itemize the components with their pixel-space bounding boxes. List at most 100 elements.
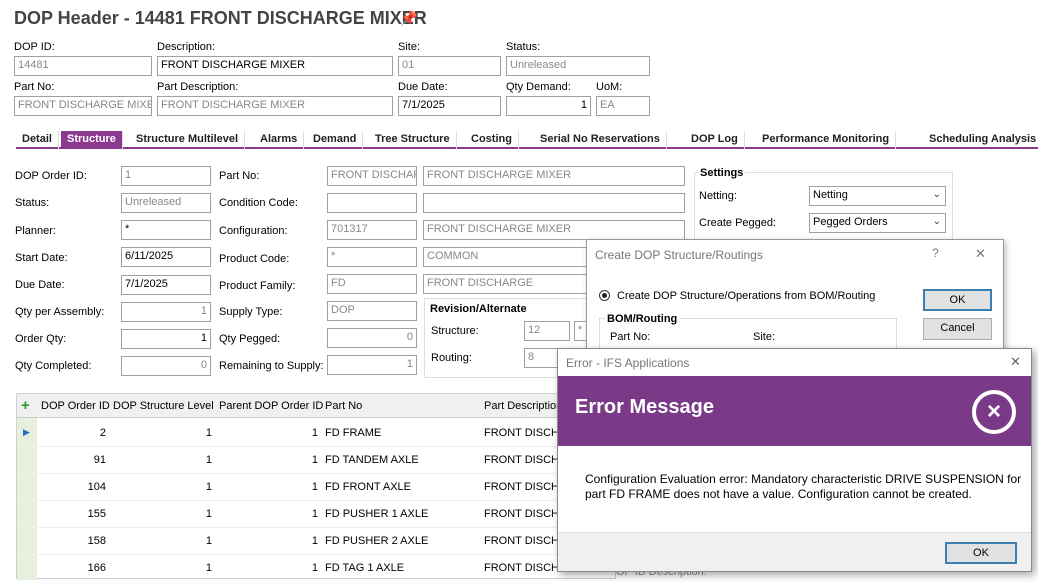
col-parent-dop-order-id[interactable]: Parent DOP Order ID — [219, 400, 323, 412]
cell-part-description: FRONT DISCHA — [484, 454, 567, 466]
condition-code-desc-field[interactable] — [423, 193, 685, 213]
cell-part-no: FD TANDEM AXLE — [325, 454, 419, 466]
netting-value: Netting — [813, 189, 848, 201]
uom-field[interactable]: EA — [596, 96, 650, 116]
cell-parent-id: 1 — [311, 562, 318, 574]
status-field[interactable]: Unreleased — [506, 56, 650, 76]
cell-structure-level: 1 — [205, 427, 212, 439]
create-structure-dialog: Create DOP Structure/Routings ? ✕ Create… — [586, 239, 1004, 358]
product-family-desc-field[interactable]: FRONT DISCHARGE — [423, 274, 593, 294]
error-heading: Error Message — [575, 396, 714, 418]
planner-field[interactable]: * — [121, 220, 211, 240]
current-row-icon: ▶ — [23, 427, 30, 437]
error-dialog-title: Error - IFS Applications — [566, 356, 690, 370]
create-ok-button[interactable]: OK — [923, 289, 992, 311]
table-row[interactable]: ▶ 2 1 1 FD FRAME FRONT DISCHA — [17, 420, 615, 447]
tab-performance-monitoring[interactable]: Performance Monitoring — [756, 131, 897, 149]
table-row[interactable]: 104 1 1 FD FRONT AXLE FRONT DISCHA — [17, 474, 615, 501]
chevron-down-icon: ⌄ — [932, 189, 941, 200]
configuration-field[interactable]: 701317 — [327, 220, 417, 240]
tab-dop-log[interactable]: DOP Log — [685, 131, 745, 149]
cell-structure-level: 1 — [205, 481, 212, 493]
status-field[interactable]: Unreleased — [121, 193, 211, 213]
order-qty-label: Order Qty: — [15, 333, 67, 345]
settings-title: Settings — [698, 167, 746, 179]
col-dop-order-id[interactable]: DOP Order ID — [41, 400, 110, 412]
create-pegged-label: Create Pegged: — [699, 217, 777, 229]
tab-tree-structure[interactable]: Tree Structure — [369, 131, 457, 149]
table-row[interactable]: 91 1 1 FD TANDEM AXLE FRONT DISCHA — [17, 447, 615, 474]
close-icon[interactable]: ✕ — [1010, 354, 1021, 370]
dop-id-field[interactable]: 14481 — [14, 56, 152, 76]
due-date-label: Due Date: — [398, 81, 448, 93]
tab-structure-multilevel[interactable]: Structure Multilevel — [130, 131, 246, 149]
close-icon[interactable]: ✕ — [975, 246, 986, 262]
pin-icon[interactable]: 📌 — [400, 10, 417, 27]
supply-type-label: Supply Type: — [219, 306, 283, 318]
create-dialog-title: Create DOP Structure/Routings — [595, 248, 763, 262]
cell-structure-level: 1 — [205, 508, 212, 520]
cell-part-no: FD TAG 1 AXLE — [325, 562, 405, 574]
create-pegged-select[interactable]: Pegged Orders ⌄ — [809, 213, 946, 233]
cell-part-description: FRONT DISCHA — [484, 535, 567, 547]
tab-costing[interactable]: Costing — [465, 131, 519, 149]
product-code-field[interactable]: * — [327, 247, 417, 267]
qty-completed-field[interactable]: 0 — [121, 356, 211, 376]
supply-type-field[interactable]: DOP — [327, 301, 417, 321]
order-qty-field[interactable]: 1 — [121, 329, 211, 349]
condition-code-field[interactable] — [327, 193, 417, 213]
bom-site-label: Site: — [753, 331, 776, 343]
part-desc-field[interactable]: FRONT DISCHARGE MIXER — [157, 96, 393, 116]
due-date-field[interactable]: 7/1/2025 — [398, 96, 501, 116]
tab-detail[interactable]: Detail — [16, 131, 59, 149]
qty-completed-label: Qty Completed: — [15, 360, 92, 372]
description-label: Description: — [157, 41, 216, 53]
description-field[interactable]: FRONT DISCHARGE MIXER — [157, 56, 393, 76]
cell-parent-id: 1 — [311, 454, 318, 466]
netting-select[interactable]: Netting ⌄ — [809, 186, 946, 206]
dop-order-id-field[interactable]: 1 — [121, 166, 211, 186]
col-part-no[interactable]: Part No — [325, 400, 362, 412]
cell-parent-id: 1 — [311, 508, 318, 520]
cell-part-no: FD PUSHER 2 AXLE — [325, 535, 429, 547]
qty-per-assembly-field[interactable]: 1 — [121, 302, 211, 322]
tab-alarms[interactable]: Alarms — [254, 131, 305, 149]
error-banner: Error Message × — [558, 376, 1031, 446]
structure-field[interactable]: 12 — [524, 321, 570, 341]
cell-parent-id: 1 — [311, 535, 318, 547]
cell-part-no: FD PUSHER 1 AXLE — [325, 508, 429, 520]
part-no-field-2[interactable]: FRONT DISCHARG — [327, 166, 417, 186]
help-icon[interactable]: ? — [932, 246, 939, 260]
site-field[interactable]: 01 — [398, 56, 501, 76]
create-cancel-button[interactable]: Cancel — [923, 318, 992, 340]
product-family-field[interactable]: FD — [327, 274, 417, 294]
error-dialog: Error - IFS Applications ✕ Error Message… — [557, 348, 1032, 572]
add-row-icon[interactable]: + — [21, 397, 30, 414]
tab-structure[interactable]: Structure — [61, 131, 123, 149]
part-no-field[interactable]: FRONT DISCHARGE MIXER — [14, 96, 152, 116]
bom-part-no-label: Part No: — [610, 331, 651, 343]
part-desc-label: Part Description: — [157, 81, 239, 93]
qty-pegged-field[interactable]: 0 — [327, 328, 417, 348]
tab-serial-no-reservations[interactable]: Serial No Reservations — [534, 131, 667, 149]
part-no-desc-field[interactable]: FRONT DISCHARGE MIXER — [423, 166, 685, 186]
table-row[interactable]: 166 1 1 FD TAG 1 AXLE FRONT DISCHA — [17, 555, 615, 582]
qty-demand-field[interactable]: 1 — [506, 96, 591, 116]
start-date-field[interactable]: 6/11/2025 — [121, 247, 211, 267]
col-part-description[interactable]: Part Description — [484, 400, 562, 412]
remaining-field[interactable]: 1 — [327, 355, 417, 375]
status-label: Status: — [15, 197, 50, 209]
error-ok-button[interactable]: OK — [945, 542, 1017, 564]
col-dop-structure-level[interactable]: DOP Structure Level — [113, 400, 214, 412]
routing-label: Routing: — [431, 352, 472, 364]
configuration-desc-field[interactable]: FRONT DISCHARGE MIXER — [423, 220, 685, 240]
product-code-desc-field[interactable]: COMMON — [423, 247, 593, 267]
option-radio[interactable] — [599, 290, 610, 301]
due-date-field[interactable]: 7/1/2025 — [121, 275, 211, 295]
tab-demand[interactable]: Demand — [307, 131, 364, 149]
table-row[interactable]: 155 1 1 FD PUSHER 1 AXLE FRONT DISCHA — [17, 501, 615, 528]
error-message: Configuration Evaluation error: Mandator… — [585, 472, 1022, 501]
tab-scheduling-analysis[interactable]: Scheduling Analysis — [923, 131, 1038, 149]
table-row[interactable]: 158 1 1 FD PUSHER 2 AXLE FRONT DISCHA — [17, 528, 615, 555]
product-code-label: Product Code: — [219, 253, 290, 265]
